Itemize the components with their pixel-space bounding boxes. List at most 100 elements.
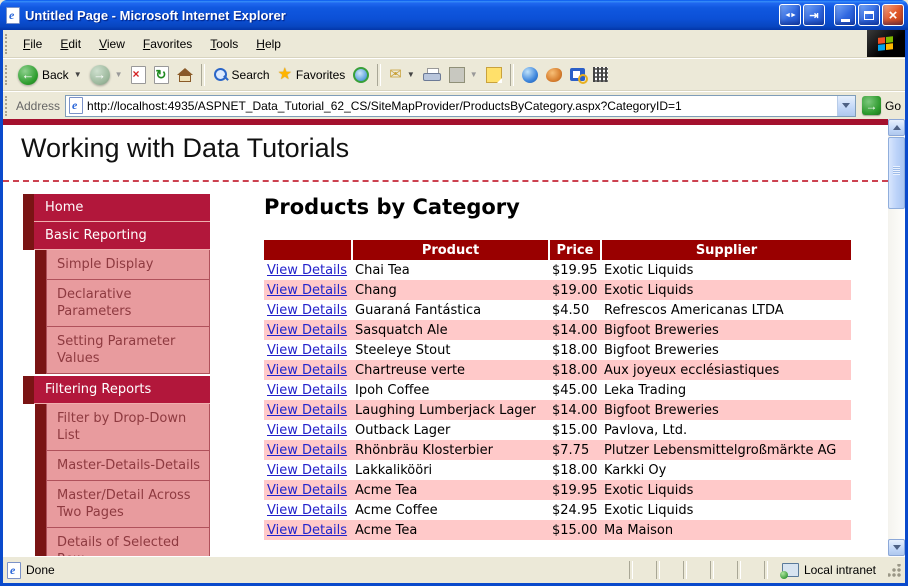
main-content: Products by Category Product Price Suppl… bbox=[264, 195, 870, 540]
print-button[interactable] bbox=[419, 66, 445, 84]
close-button[interactable]: × bbox=[882, 4, 904, 26]
back-button[interactable]: ← Back ▼ bbox=[14, 63, 86, 87]
sidebar-item-label: Master/Detail Across Two Pages bbox=[46, 481, 210, 528]
view-details-link[interactable]: View Details bbox=[267, 403, 347, 418]
view-details-link[interactable]: View Details bbox=[267, 503, 347, 518]
toolbar-grip[interactable] bbox=[5, 64, 10, 85]
maximize-icon bbox=[864, 10, 874, 20]
products-table: Product Price Supplier View Details Chai … bbox=[264, 240, 851, 540]
sidebar-item-label: Master-Details-Details bbox=[46, 451, 210, 481]
minimize-button[interactable] bbox=[834, 4, 856, 26]
product-cell: Ipoh Coffee bbox=[355, 382, 430, 398]
menu-help[interactable]: Help bbox=[247, 35, 290, 53]
sidebar-item-label: Declarative Parameters bbox=[46, 280, 210, 327]
view-details-link[interactable]: View Details bbox=[267, 483, 347, 498]
sidebar-item-label: Filtering Reports bbox=[34, 376, 210, 404]
menu-file[interactable]: File bbox=[14, 35, 51, 53]
view-details-link[interactable]: View Details bbox=[267, 523, 347, 538]
scrollbar-thumb[interactable] bbox=[888, 137, 905, 209]
back-dropdown-icon[interactable]: ▼ bbox=[74, 70, 82, 79]
col-header-actions bbox=[264, 240, 352, 260]
page-title: Products by Category bbox=[264, 195, 520, 219]
sidebar-item[interactable]: Details of Selected Row bbox=[35, 528, 210, 556]
quick-tool-button[interactable] bbox=[542, 66, 566, 84]
address-dropdown-button[interactable] bbox=[836, 95, 855, 116]
favorites-star-icon: ★ bbox=[277, 65, 292, 83]
sidebar-item-accent bbox=[35, 481, 46, 528]
go-label: Go bbox=[884, 98, 901, 113]
view-details-link[interactable]: View Details bbox=[267, 343, 347, 358]
view-details-link[interactable]: View Details bbox=[267, 463, 347, 478]
url-text[interactable]: http://localhost:4935/ASPNET_Data_Tutori… bbox=[87, 99, 833, 113]
history-button[interactable] bbox=[349, 65, 373, 85]
product-cell: Acme Coffee bbox=[355, 502, 438, 518]
view-details-link[interactable]: View Details bbox=[267, 263, 347, 278]
sidebar-item[interactable]: Basic Reporting bbox=[23, 222, 210, 250]
price-cell: $18.00 bbox=[552, 342, 598, 358]
maximize-button[interactable] bbox=[858, 4, 880, 26]
messenger-button[interactable] bbox=[518, 65, 542, 85]
view-details-link[interactable]: View Details bbox=[267, 363, 347, 378]
table-row: View Details Lakkalikööri $18.00 Karkki Oy bbox=[264, 460, 851, 480]
edit-button[interactable]: ▼ bbox=[445, 65, 482, 85]
forward-dropdown-icon: ▼ bbox=[114, 70, 123, 79]
view-details-link[interactable]: View Details bbox=[267, 423, 347, 438]
product-cell: Steeleye Stout bbox=[355, 342, 451, 358]
stop-button[interactable]: × bbox=[127, 64, 150, 86]
view-details-link[interactable]: View Details bbox=[267, 303, 347, 318]
go-button[interactable]: → Go bbox=[861, 96, 901, 115]
sidebar-item[interactable]: Master/Detail Across Two Pages bbox=[35, 481, 210, 528]
home-button[interactable] bbox=[173, 66, 197, 84]
price-cell: $24.95 bbox=[552, 502, 598, 518]
toolbar-grip[interactable] bbox=[5, 95, 10, 116]
sidebar-item[interactable]: Declarative Parameters bbox=[35, 280, 210, 327]
toolbar-grip[interactable] bbox=[5, 33, 10, 54]
sidebar-item[interactable]: Simple Display bbox=[35, 250, 210, 280]
supplier-cell: Exotic Liquids bbox=[601, 480, 851, 500]
forward-button[interactable]: → ▼ bbox=[86, 63, 127, 87]
search-icon bbox=[213, 67, 229, 82]
view-details-link[interactable]: View Details bbox=[267, 383, 347, 398]
refresh-button[interactable]: ↻ bbox=[150, 64, 173, 86]
actions-cell: View Details bbox=[264, 320, 352, 340]
actions-cell: View Details bbox=[264, 400, 352, 420]
site-header: Working with Data Tutorials bbox=[3, 125, 888, 182]
view-details-link[interactable]: View Details bbox=[267, 443, 347, 458]
window-popout-button[interactable]: ⇥ bbox=[803, 4, 825, 26]
table-row: View Details Guaraná Fantástica $4.50 Refre… bbox=[264, 300, 851, 320]
forward-icon: → bbox=[89, 64, 110, 85]
mail-dropdown-icon[interactable]: ▼ bbox=[407, 70, 415, 79]
favorites-button[interactable]: ★ Favorites bbox=[274, 66, 350, 84]
sidebar-item[interactable]: Setting Parameter Values bbox=[35, 327, 210, 374]
resize-grip[interactable] bbox=[888, 563, 901, 577]
address-input[interactable]: http://localhost:4935/ASPNET_Data_Tutori… bbox=[65, 94, 856, 117]
title-bar[interactable]: Untitled Page - Microsoft Internet Explo… bbox=[0, 0, 908, 30]
menu-view[interactable]: View bbox=[90, 35, 134, 53]
sidebar-item[interactable]: Filter by Drop-Down List bbox=[35, 404, 210, 451]
sidebar-item[interactable]: Master-Details-Details bbox=[35, 451, 210, 481]
sidebar-item[interactable]: Filtering Reports bbox=[23, 376, 210, 404]
table-row: View Details Chang $19.00 Exotic Liquids bbox=[264, 280, 851, 300]
search-button[interactable]: Search bbox=[209, 65, 274, 84]
research-button[interactable] bbox=[566, 66, 589, 84]
edit-dropdown-icon: ▼ bbox=[469, 70, 478, 79]
menu-tools[interactable]: Tools bbox=[201, 35, 247, 53]
view-details-link[interactable]: View Details bbox=[267, 323, 347, 338]
price-cell: $15.00 bbox=[549, 520, 601, 540]
menu-favorites[interactable]: Favorites bbox=[134, 35, 201, 53]
supplier-cell: Leka Trading bbox=[604, 382, 687, 398]
sidebar-item[interactable]: Home bbox=[23, 194, 210, 222]
price-cell: $7.75 bbox=[549, 440, 601, 460]
scroll-down-button[interactable] bbox=[888, 539, 905, 556]
menu-edit[interactable]: Edit bbox=[51, 35, 90, 53]
view-details-link[interactable]: View Details bbox=[267, 283, 347, 298]
barcode-tool-button[interactable] bbox=[589, 65, 612, 84]
security-zone: Local intranet bbox=[774, 563, 884, 579]
mail-button[interactable]: ✉ ▼ bbox=[385, 66, 419, 84]
product-cell: Outback Lager bbox=[355, 422, 451, 438]
vertical-scrollbar[interactable] bbox=[888, 119, 905, 556]
discuss-button[interactable] bbox=[482, 65, 506, 85]
scroll-up-button[interactable] bbox=[888, 119, 905, 136]
favorites-label: Favorites bbox=[295, 67, 346, 82]
window-arrows-button[interactable]: ◄► bbox=[779, 4, 801, 26]
